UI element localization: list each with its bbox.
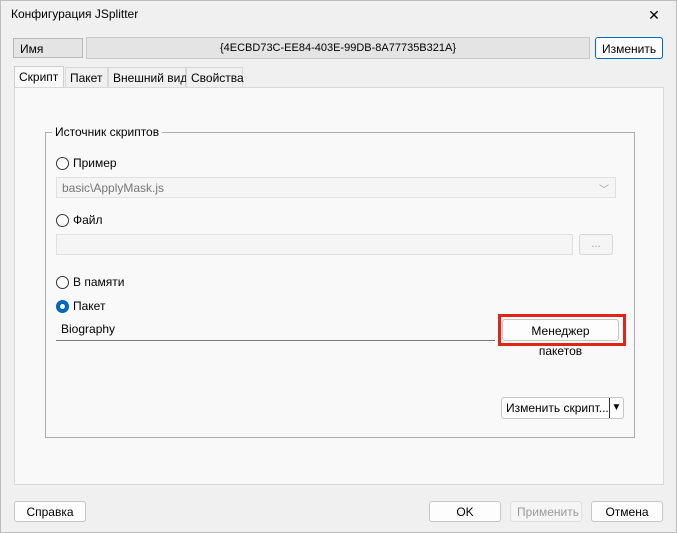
radio-sample[interactable] xyxy=(56,156,69,170)
close-button[interactable]: ✕ xyxy=(636,1,672,29)
tab-appearance[interactable]: Внешний вид xyxy=(108,67,187,89)
group-title: Источник скриптов xyxy=(52,125,163,139)
script-tab-panel: Источник скриптов Пример basic\ApplyMask… xyxy=(14,87,664,485)
dropdown-arrow-icon[interactable]: ▼ xyxy=(609,398,623,418)
script-source-group: Источник скриптов Пример basic\ApplyMask… xyxy=(45,125,635,438)
help-button[interactable]: Справка xyxy=(14,501,86,522)
name-value-field: {4ECBD73C-EE84-403E-99DB-8A77735B321A} xyxy=(86,37,590,59)
title-bar: Конфигурация JSplitter ✕ xyxy=(1,1,676,29)
cancel-button[interactable]: Отмена xyxy=(591,501,663,522)
edit-script-button[interactable]: Изменить скрипт... ▼ xyxy=(501,397,624,419)
dialog-window: Конфигурация JSplitter ✕ Имя {4ECBD73C-E… xyxy=(0,0,677,533)
tab-properties[interactable]: Свойства xyxy=(186,67,244,89)
change-name-button[interactable]: Изменить xyxy=(595,37,663,59)
package-manager-button[interactable]: Менеджер пакетов xyxy=(502,319,619,358)
close-icon: ✕ xyxy=(648,6,660,23)
browse-button: ... xyxy=(579,234,613,255)
radio-memory[interactable] xyxy=(56,275,69,289)
radio-file-label: Файл xyxy=(73,213,103,227)
tab-package[interactable]: Пакет xyxy=(65,67,108,89)
radio-memory-row[interactable]: В памяти xyxy=(56,275,124,289)
radio-package-label: Пакет xyxy=(73,299,106,313)
radio-sample-label: Пример xyxy=(73,156,117,170)
radio-memory-label: В памяти xyxy=(73,275,125,289)
radio-package-row[interactable]: Пакет xyxy=(56,299,105,313)
tab-script[interactable]: Скрипт xyxy=(14,66,64,89)
window-title: Конфигурация JSplitter xyxy=(11,7,139,21)
apply-button: Применить xyxy=(510,501,582,522)
package-input[interactable]: Biography xyxy=(56,319,495,341)
ok-button[interactable]: OK xyxy=(429,501,501,522)
sample-select: basic\ApplyMask.js ﹀ xyxy=(56,177,616,198)
chevron-down-icon: ﹀ xyxy=(599,185,609,196)
radio-file[interactable] xyxy=(56,213,69,227)
file-path-input xyxy=(56,234,573,255)
radio-sample-row[interactable]: Пример xyxy=(56,156,117,170)
edit-script-label: Изменить скрипт... xyxy=(506,401,609,415)
radio-package[interactable] xyxy=(56,299,69,313)
sample-select-value: basic\ApplyMask.js xyxy=(62,181,165,195)
name-label: Имя xyxy=(13,38,83,58)
radio-file-row[interactable]: Файл xyxy=(56,213,103,227)
